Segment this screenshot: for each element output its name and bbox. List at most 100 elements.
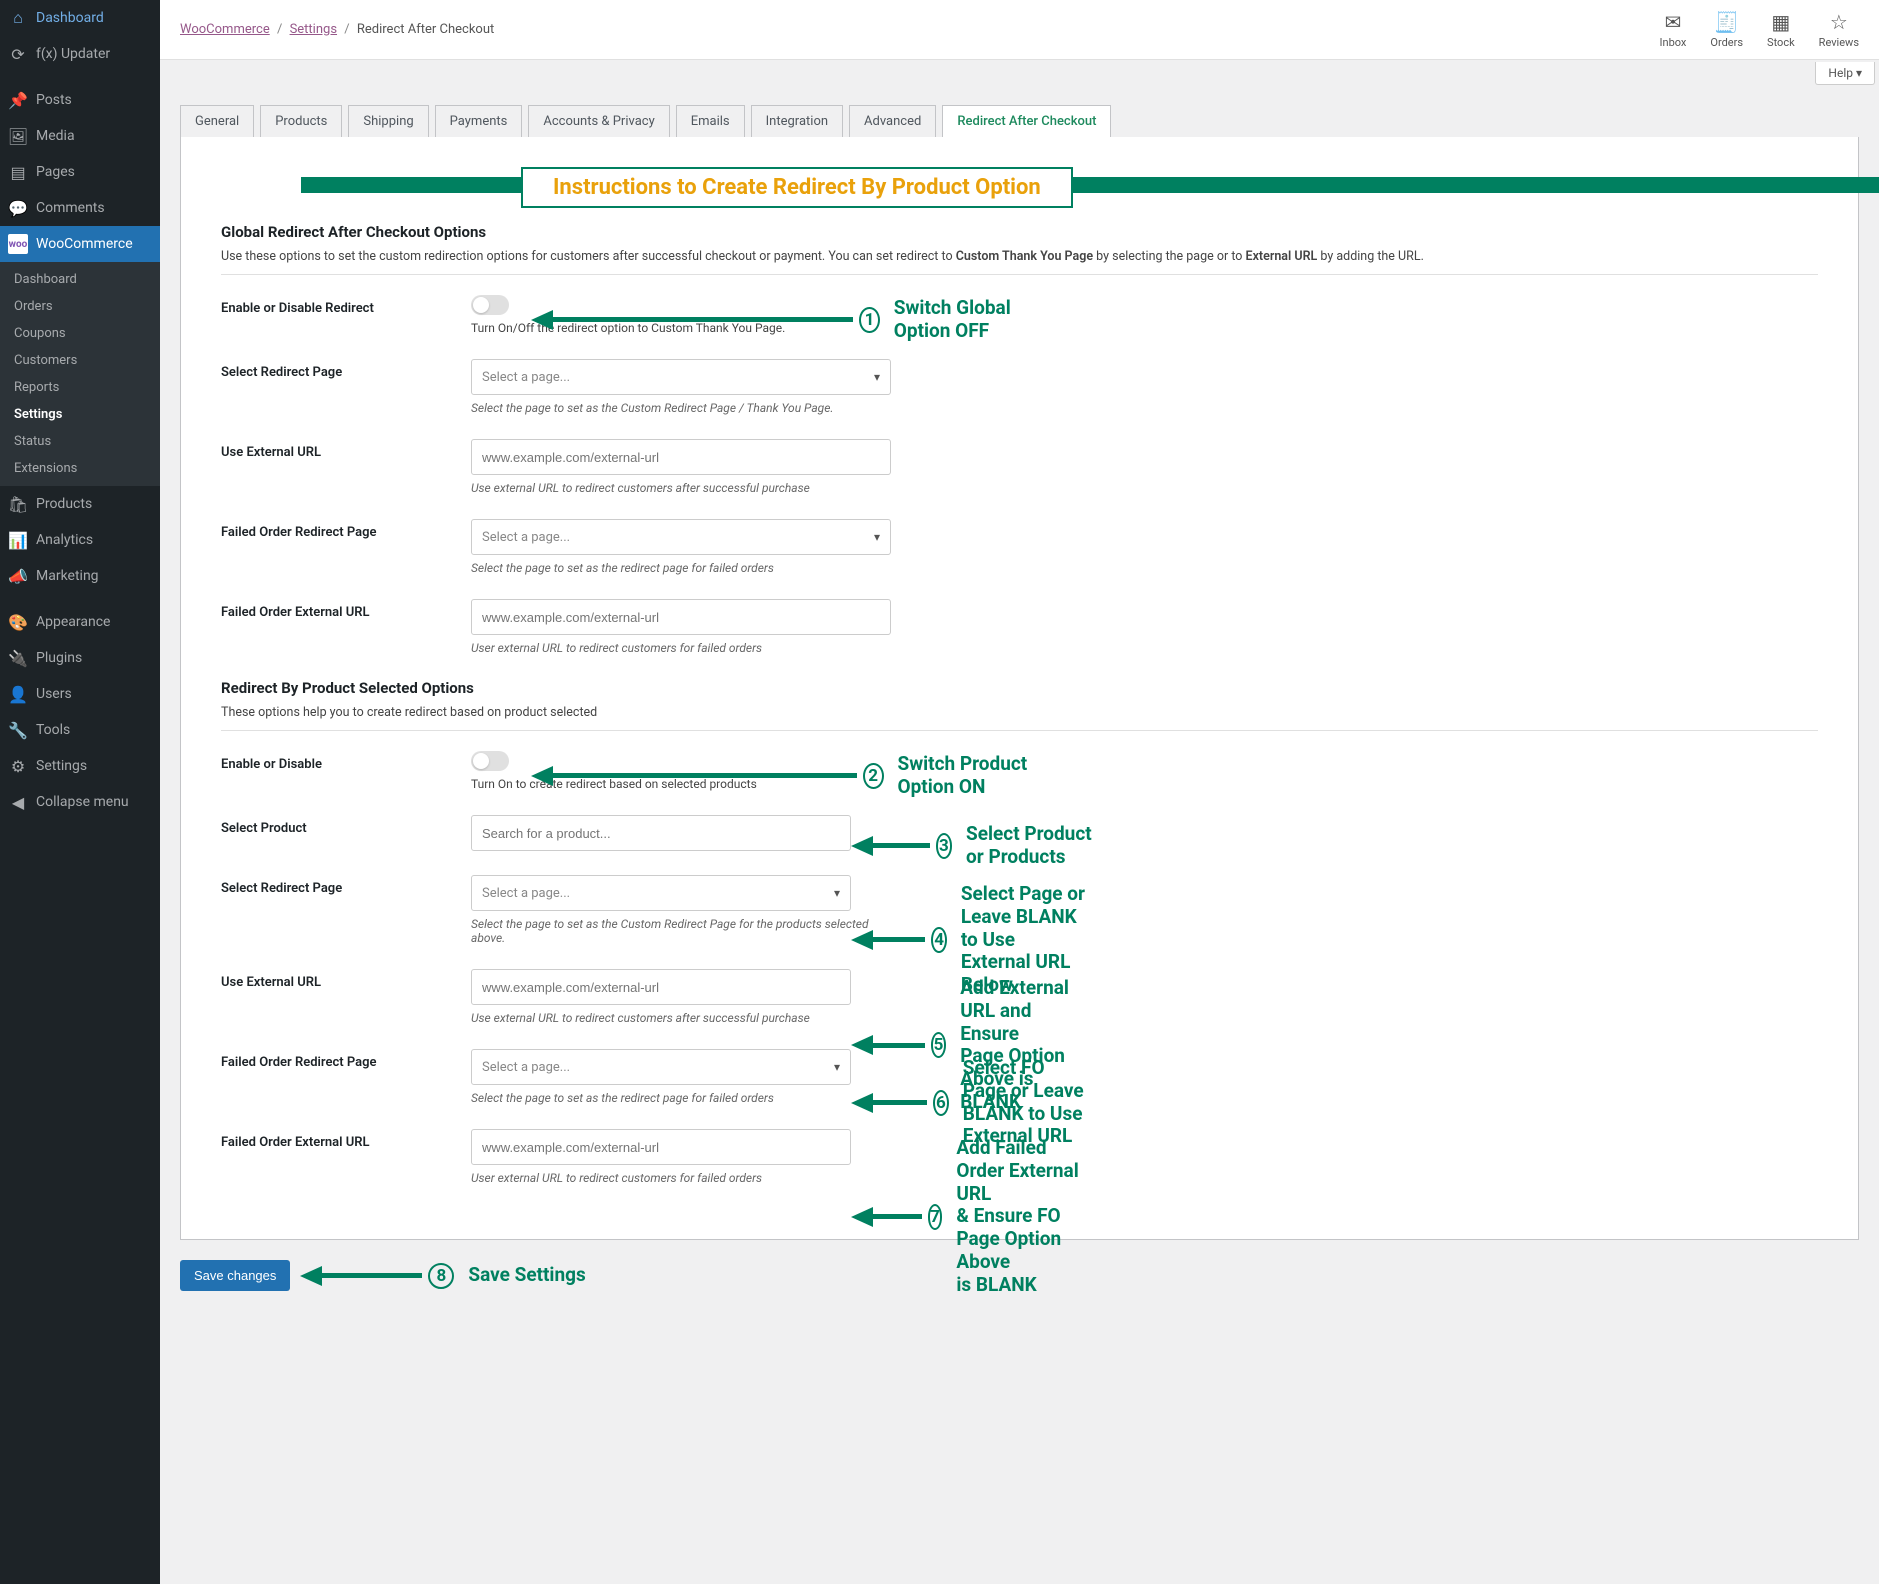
sidebar-item-plugins[interactable]: 🔌Plugins bbox=[0, 640, 160, 676]
tab-products[interactable]: Products bbox=[260, 105, 342, 138]
product-page-label: Select Redirect Page bbox=[221, 875, 471, 896]
global-enable-toggle[interactable] bbox=[471, 295, 509, 315]
product-enable-toggle[interactable] bbox=[471, 751, 509, 771]
sidebar-label: Media bbox=[36, 128, 75, 144]
icon-label: Inbox bbox=[1660, 36, 1687, 49]
gear-icon: ⚙ bbox=[8, 756, 28, 776]
top-icon-inbox[interactable]: ✉Inbox bbox=[1660, 10, 1687, 49]
product-fo-url-help: User external URL to redirect customers … bbox=[471, 1171, 891, 1185]
top-bar: WooCommerce / Settings / Redirect After … bbox=[160, 0, 1879, 60]
global-fo-page-select[interactable]: Select a page... bbox=[471, 519, 891, 555]
global-fo-url-label: Failed Order External URL bbox=[221, 599, 471, 620]
global-ext-url-help: Use external URL to redirect customers a… bbox=[471, 481, 891, 495]
sidebar-item-media[interactable]: 🖼 Media bbox=[0, 118, 160, 154]
top-bar-icons: ✉Inbox 🧾Orders ▦ Stock ☆Reviews bbox=[1660, 10, 1859, 49]
product-ext-url-input[interactable] bbox=[471, 969, 851, 1005]
tab-redirect[interactable]: Redirect After Checkout bbox=[942, 105, 1111, 138]
sub-customers[interactable]: Customers bbox=[0, 347, 160, 374]
tab-advanced[interactable]: Advanced bbox=[849, 105, 936, 138]
sidebar-item-settings[interactable]: ⚙ Settings bbox=[0, 748, 160, 784]
sidebar-label: f(x) Updater bbox=[36, 46, 110, 62]
sidebar-item-woocommerce[interactable]: wooWooCommerce bbox=[0, 226, 160, 262]
global-fo-page-label: Failed Order Redirect Page bbox=[221, 519, 471, 540]
dashboard-icon: ⌂ bbox=[8, 8, 28, 28]
product-select-label: Select Product bbox=[221, 815, 471, 836]
sidebar-item-users[interactable]: 👤Users bbox=[0, 676, 160, 712]
sub-status[interactable]: Status bbox=[0, 428, 160, 455]
breadcrumb-sep: / bbox=[344, 22, 349, 37]
global-fo-url-input[interactable] bbox=[471, 599, 891, 635]
top-icon-reviews[interactable]: ☆Reviews bbox=[1819, 10, 1859, 49]
annotation-3: 3Select Product or Products bbox=[851, 823, 1096, 869]
sidebar-label: Settings bbox=[36, 758, 87, 774]
breadcrumb-settings[interactable]: Settings bbox=[290, 22, 337, 37]
comment-icon: 💬 bbox=[8, 198, 28, 218]
tab-integration[interactable]: Integration bbox=[751, 105, 843, 138]
sidebar-item-pages[interactable]: ▤Pages bbox=[0, 154, 160, 190]
product-fo-url-input[interactable] bbox=[471, 1129, 851, 1165]
product-section-title: Redirect By Product Selected Options bbox=[221, 679, 1818, 697]
tab-emails[interactable]: Emails bbox=[676, 105, 745, 138]
analytics-icon: 📊 bbox=[8, 530, 28, 550]
product-page-select[interactable]: Select a page... bbox=[471, 875, 851, 911]
products-icon: 🛍 bbox=[8, 494, 28, 514]
sidebar-item-marketing[interactable]: 📣 Marketing bbox=[0, 558, 160, 594]
tab-shipping[interactable]: Shipping bbox=[348, 105, 428, 138]
product-enable-label: Enable or Disable bbox=[221, 751, 471, 772]
refresh-icon: ⟳ bbox=[8, 44, 28, 64]
top-icon-orders[interactable]: 🧾Orders bbox=[1710, 10, 1743, 49]
media-icon: 🖼 bbox=[8, 126, 28, 146]
breadcrumb: WooCommerce / Settings / Redirect After … bbox=[180, 22, 494, 37]
global-select-page-help: Select the page to set as the Custom Red… bbox=[471, 401, 891, 415]
global-select-page[interactable]: Select a page... bbox=[471, 359, 891, 395]
save-button[interactable]: Save changes bbox=[180, 1260, 290, 1291]
sub-reports[interactable]: Reports bbox=[0, 374, 160, 401]
global-ext-url-label: Use External URL bbox=[221, 439, 471, 460]
sidebar-label: Marketing bbox=[36, 568, 99, 584]
global-section-desc: Use these options to set the custom redi… bbox=[221, 249, 1818, 264]
stock-icon: ▦ bbox=[1767, 10, 1795, 34]
icon-label: Stock bbox=[1767, 36, 1795, 49]
sidebar-label: Users bbox=[36, 686, 72, 702]
sub-orders[interactable]: Orders bbox=[0, 293, 160, 320]
sidebar-item-products[interactable]: 🛍 Products bbox=[0, 486, 160, 522]
breadcrumb-woocommerce[interactable]: WooCommerce bbox=[180, 22, 270, 37]
product-fo-page-label: Failed Order Redirect Page bbox=[221, 1049, 471, 1070]
help-tab[interactable]: Help ▾ bbox=[1815, 62, 1875, 85]
tab-payments[interactable]: Payments bbox=[435, 105, 523, 138]
sub-settings[interactable]: Settings bbox=[0, 401, 160, 428]
global-section-title: Global Redirect After Checkout Options bbox=[221, 223, 1818, 241]
admin-sidebar: ⌂Dashboard ⟳f(x) Updater 📌Posts 🖼Media ▤… bbox=[0, 0, 160, 1584]
product-fo-url-label: Failed Order External URL bbox=[221, 1129, 471, 1150]
top-icon-stock[interactable]: ▦ Stock bbox=[1767, 10, 1795, 49]
sidebar-item-dashboard[interactable]: ⌂Dashboard bbox=[0, 0, 160, 36]
sidebar-label: Comments bbox=[36, 200, 105, 216]
sidebar-item-tools[interactable]: 🔧Tools bbox=[0, 712, 160, 748]
sidebar-item-appearance[interactable]: 🎨Appearance bbox=[0, 604, 160, 640]
global-ext-url-input[interactable] bbox=[471, 439, 891, 475]
brush-icon: 🎨 bbox=[8, 612, 28, 632]
breadcrumb-current: Redirect After Checkout bbox=[357, 22, 494, 37]
annotation-7: 7Add Failed Order External URL& Ensure F… bbox=[851, 1137, 1089, 1297]
tab-general[interactable]: General bbox=[180, 105, 254, 138]
product-fo-page-select[interactable]: Select a page... bbox=[471, 1049, 851, 1085]
sidebar-label: Products bbox=[36, 496, 92, 512]
sidebar-item-posts[interactable]: 📌Posts bbox=[0, 82, 160, 118]
wrench-icon: 🔧 bbox=[8, 720, 28, 740]
product-ext-url-label: Use External URL bbox=[221, 969, 471, 990]
product-fo-page-help: Select the page to set as the redirect p… bbox=[471, 1091, 891, 1105]
global-enable-label: Enable or Disable Redirect bbox=[221, 295, 471, 316]
sidebar-item-collapse[interactable]: ◀Collapse menu bbox=[0, 784, 160, 820]
sidebar-item-analytics[interactable]: 📊Analytics bbox=[0, 522, 160, 558]
page-icon: ▤ bbox=[8, 162, 28, 182]
sub-dashboard[interactable]: Dashboard bbox=[0, 266, 160, 293]
sidebar-item-comments[interactable]: 💬 Comments bbox=[0, 190, 160, 226]
product-section-desc: These options help you to create redirec… bbox=[221, 705, 1818, 720]
sub-extensions[interactable]: Extensions bbox=[0, 455, 160, 482]
sub-coupons[interactable]: Coupons bbox=[0, 320, 160, 347]
tab-accounts[interactable]: Accounts & Privacy bbox=[528, 105, 669, 138]
sidebar-label: Plugins bbox=[36, 650, 82, 666]
sidebar-item-fxupdater[interactable]: ⟳ f(x) Updater bbox=[0, 36, 160, 72]
megaphone-icon: 📣 bbox=[8, 566, 28, 586]
product-select-input[interactable] bbox=[471, 815, 851, 851]
